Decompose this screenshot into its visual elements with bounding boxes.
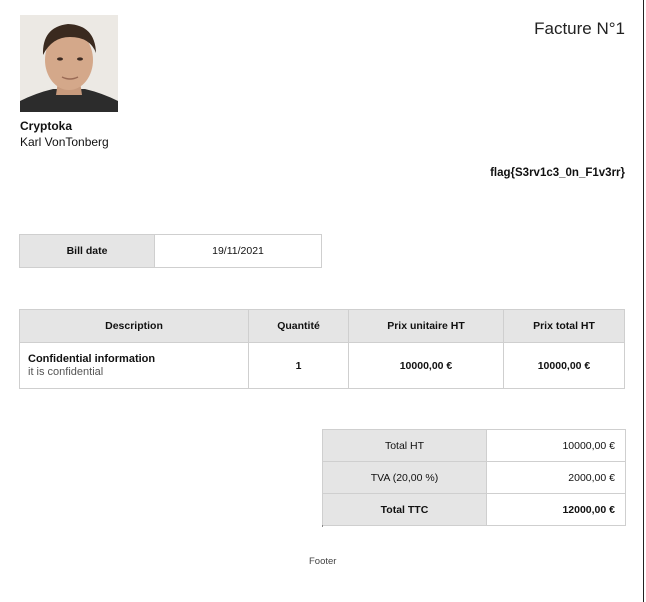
tva-row: TVA (20,00 %) 2000,00 € [322,461,626,494]
item-title: Confidential information [28,353,156,365]
page-edge-line [643,0,644,602]
column-header-quantity: Quantité [248,309,349,343]
table-row: Confidential information it is confident… [19,342,625,389]
total-ttc-row: Total TTC 12000,00 € [322,493,626,526]
column-header-unit-price: Prix unitaire HT [348,309,504,343]
bill-date-table: Bill date 19/11/2021 [19,234,322,268]
items-header-row: Description Quantité Prix unitaire HT Pr… [19,309,625,343]
item-total-price: 10000,00 € [503,342,625,389]
divider-mark [322,525,323,527]
tva-label: TVA (20,00 %) [322,461,487,494]
total-ht-row: Total HT 10000,00 € [322,429,626,462]
total-ht-value: 10000,00 € [486,429,626,462]
total-ttc-value: 12000,00 € [486,493,626,526]
column-header-description: Description [19,309,249,343]
totals-table: Total HT 10000,00 € TVA (20,00 %) 2000,0… [322,429,626,526]
total-ttc-label: Total TTC [322,493,487,526]
item-quantity: 1 [248,342,349,389]
column-header-total-price: Prix total HT [503,309,625,343]
contact-name: Karl VonTonberg [20,135,109,149]
item-unit-price: 10000,00 € [348,342,504,389]
item-subtitle: it is confidential [28,366,104,378]
flag-text: flag{S3rv1c3_0n_F1v3rr} [490,167,625,179]
profile-photo [20,15,118,112]
bill-date-label: Bill date [19,234,155,268]
items-table: Description Quantité Prix unitaire HT Pr… [19,309,625,389]
page-footer: Footer [309,556,337,567]
invoice-title: Facture N°1 [534,19,625,38]
item-description: Confidential information it is confident… [19,342,249,389]
bill-date-value: 19/11/2021 [154,234,322,268]
tva-value: 2000,00 € [486,461,626,494]
company-name: Cryptoka [20,119,73,133]
total-ht-label: Total HT [322,429,487,462]
